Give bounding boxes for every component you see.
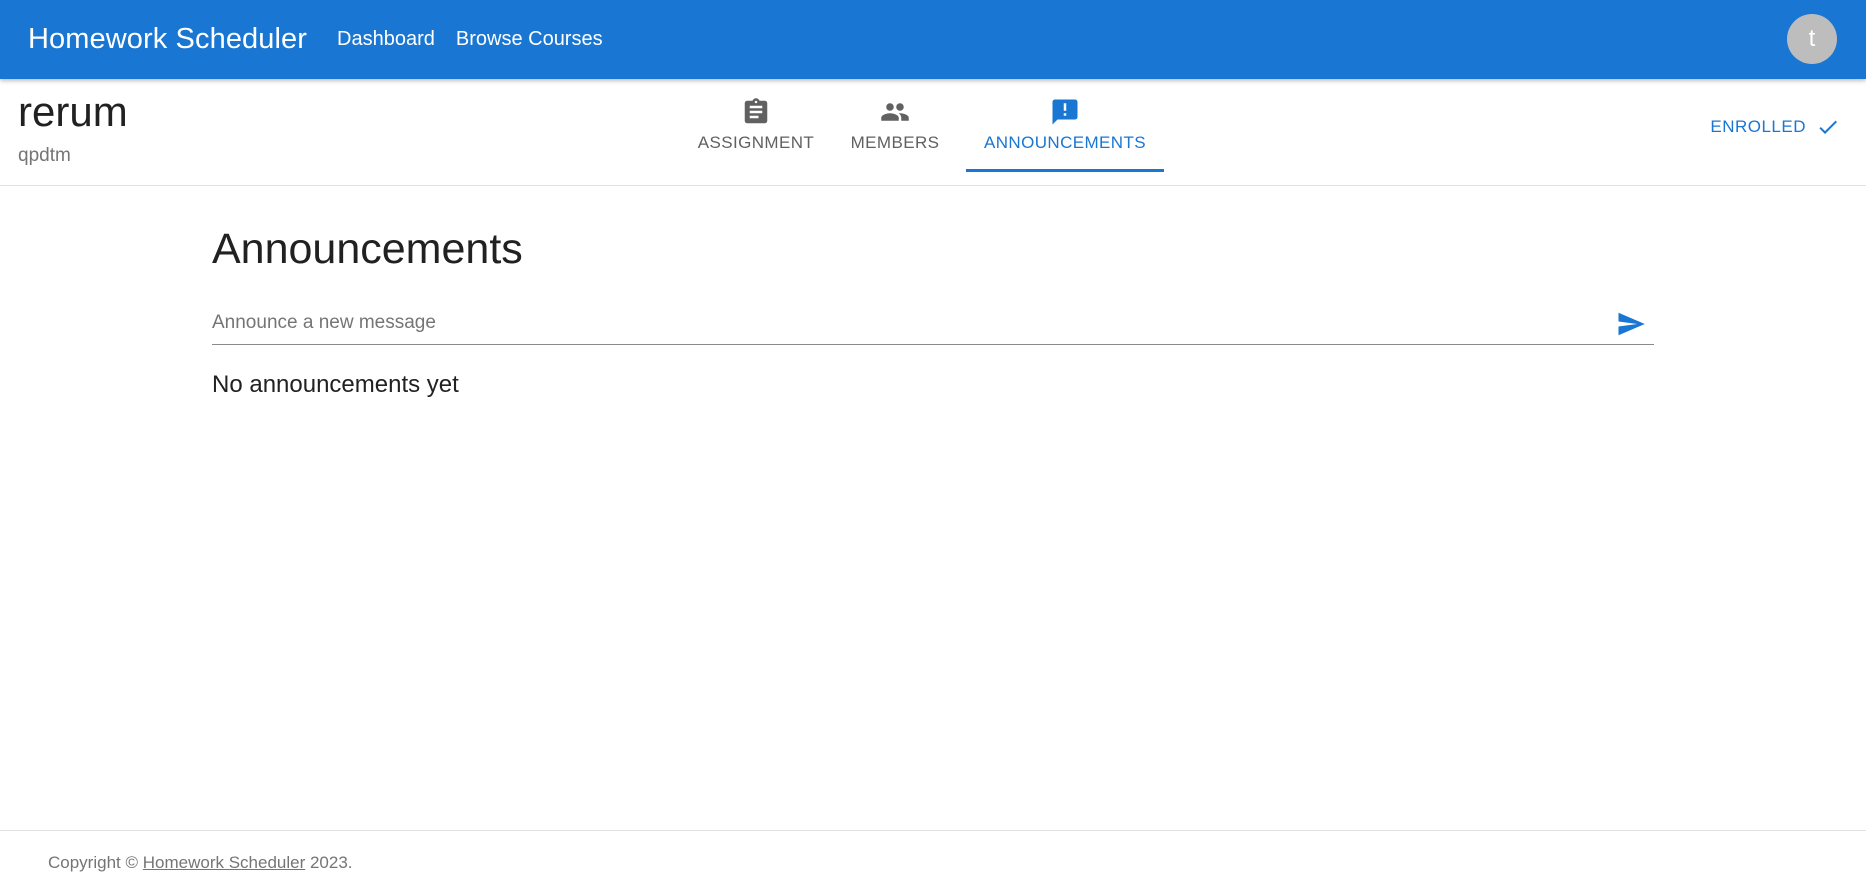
announce-input[interactable] — [212, 303, 1592, 344]
nav-browse-courses-link[interactable]: Browse Courses — [456, 28, 603, 51]
page-title: Announcements — [212, 225, 523, 273]
tab-announcements[interactable]: ANNOUNCEMENTS — [966, 79, 1164, 172]
brand-title[interactable]: Homework Scheduler — [28, 23, 307, 56]
announce-field — [212, 303, 1654, 346]
footer: Copyright © Homework Scheduler 2023. — [0, 830, 1866, 892]
nav-dashboard-link[interactable]: Dashboard — [337, 28, 435, 51]
tab-assignment[interactable]: ASSIGNMENT — [688, 79, 824, 172]
tab-members[interactable]: MEMBERS — [824, 79, 966, 172]
app: Homework Scheduler Dashboard Browse Cour… — [0, 0, 1866, 892]
enrolled-button[interactable]: ENROLLED — [1710, 115, 1840, 139]
tab-members-label: MEMBERS — [850, 133, 940, 152]
footer-copyright: Copyright © Homework Scheduler 2023. — [48, 853, 353, 873]
send-button[interactable] — [1616, 309, 1646, 339]
course-title: rerum — [18, 88, 128, 135]
footer-suffix: 2023. — [305, 853, 353, 872]
empty-announcements-text: No announcements yet — [212, 371, 459, 399]
announcement-icon — [1052, 99, 1078, 125]
tab-announcements-label: ANNOUNCEMENTS — [984, 133, 1146, 152]
course-code: qpdtm — [18, 145, 71, 166]
main-content: Announcements No announcements yet — [212, 186, 1654, 399]
footer-prefix: Copyright © — [48, 853, 143, 872]
send-icon — [1618, 313, 1645, 336]
footer-link[interactable]: Homework Scheduler — [143, 853, 306, 872]
clipboard-icon — [744, 98, 768, 124]
course-tabs: ASSIGNMENT MEMBERS ANNOUNCEMENTS — [688, 79, 1164, 172]
enrolled-label: ENROLLED — [1710, 117, 1806, 136]
check-icon — [1819, 120, 1837, 134]
people-icon — [881, 103, 909, 121]
avatar[interactable]: t — [1787, 14, 1837, 64]
tab-assignment-label: ASSIGNMENT — [697, 133, 815, 152]
course-header: rerum qpdtm ASSIGNMENT MEMBERS ANNOUNCEM… — [0, 79, 1866, 186]
top-app-bar: Homework Scheduler Dashboard Browse Cour… — [0, 0, 1866, 79]
